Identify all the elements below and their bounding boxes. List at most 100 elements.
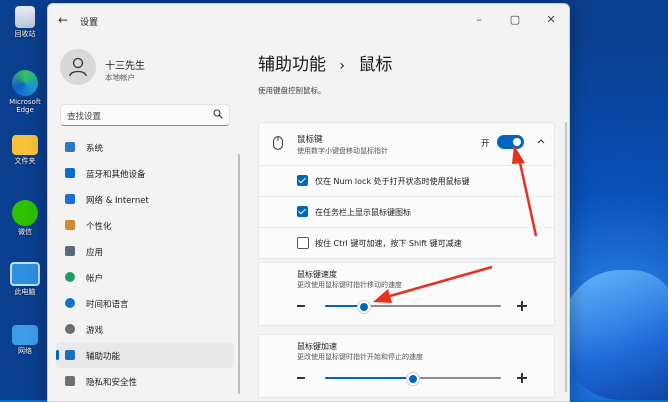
desktop-icon-label: 回收站	[14, 30, 36, 38]
sidebar-scrollbar[interactable]	[238, 154, 240, 394]
desktop-icon-folder[interactable]: 文件夹	[4, 135, 46, 165]
desktop-icon-label: Microsoft Edge	[9, 98, 41, 114]
search-input[interactable]: 查找设置	[60, 104, 230, 126]
slider-fill	[325, 377, 413, 379]
globe-icon	[65, 298, 75, 308]
option-ctrl-shift[interactable]: 按住 Ctrl 键可加速，按下 Shift 键可减速	[258, 227, 555, 259]
taskbar-icon-checkbox[interactable]	[297, 206, 308, 217]
sidebar-item-3[interactable]: 个性化	[56, 212, 234, 238]
slider-thumb[interactable]	[357, 301, 370, 313]
desktop-icon-label: 文件夹	[14, 157, 36, 165]
search-icon[interactable]	[213, 109, 223, 119]
numlock-checkbox[interactable]	[297, 175, 308, 186]
desktop-icon-computer[interactable]: 此电脑	[4, 262, 46, 296]
option-numlock[interactable]: 仅在 Num lock 处于打开状态时使用鼠标键	[258, 165, 555, 197]
mouse-icon	[273, 136, 283, 150]
sidebar-item-8[interactable]: 辅助功能	[56, 342, 234, 368]
back-arrow-icon[interactable]: ←	[58, 14, 70, 26]
slider-title: 鼠标键加速	[297, 342, 337, 351]
speed-slider[interactable]	[325, 301, 501, 313]
mouse-keys-subtitle: 使用数字小键盘移动鼠标指针	[297, 147, 388, 155]
window-controls: – ▢ ✕	[461, 4, 569, 36]
option-label: 按住 Ctrl 键可加速，按下 Shift 键可减速	[315, 239, 462, 248]
breadcrumb-current: 鼠标	[358, 55, 393, 75]
ctrl-shift-checkbox[interactable]	[297, 237, 309, 249]
wifi-icon	[65, 194, 75, 204]
app-title: 设置	[80, 18, 99, 28]
desktop-icon-recycle-bin[interactable]: 回收站	[4, 6, 46, 38]
slider-subtitle: 更改使用鼠标键时指针移动的速度	[297, 281, 402, 289]
folder-icon	[12, 135, 38, 155]
sidebar-item-2[interactable]: 网络 & Internet	[56, 186, 234, 212]
breadcrumb-parent[interactable]: 辅助功能	[258, 55, 326, 75]
chevron-up-icon[interactable]	[536, 136, 546, 146]
speed-slider-card: 鼠标键速度 更改使用鼠标键时指针移动的速度	[258, 262, 555, 326]
desktop-icon-network[interactable]: 网络	[4, 325, 46, 355]
page-title: 辅助功能 › 鼠标	[258, 50, 392, 75]
sidebar-item-label: 隐私和安全性	[86, 378, 138, 388]
sidebar-item-label: 游戏	[86, 326, 104, 336]
settings-window: ← 设置 – ▢ ✕ 十三先生 本地帐户 查找设置 系统蓝牙和其他设备 网络 & …	[47, 3, 570, 402]
title-bar: ← 设置 – ▢ ✕	[48, 4, 569, 36]
wallpaper-bloom	[560, 270, 668, 400]
desktop-icon-wechat[interactable]: 微信	[4, 200, 46, 236]
sidebar-item-label: 系统	[86, 144, 104, 154]
sidebar-nav: 系统蓝牙和其他设备 网络 & Internet 个性化应用帐户时间和语言游戏辅助功能…	[56, 134, 234, 394]
plus-icon	[517, 373, 527, 383]
sidebar-item-label: 蓝牙和其他设备	[86, 170, 146, 180]
person-icon	[65, 272, 75, 282]
mouse-keys-card[interactable]: 鼠标键 使用数字小键盘移动鼠标指针 开	[258, 122, 555, 166]
plus-icon	[517, 301, 527, 311]
mouse-keys-title: 鼠标键	[297, 135, 323, 145]
sidebar-item-label: 网络 & Internet	[86, 196, 149, 206]
sidebar-item-label: 辅助功能	[86, 352, 121, 362]
sidebar-item-label: 应用	[86, 248, 104, 258]
option-label: 仅在 Num lock 处于打开状态时使用鼠标键	[315, 177, 470, 186]
monitor-icon	[65, 142, 75, 152]
search-placeholder: 查找设置	[67, 112, 102, 122]
sidebar-item-4[interactable]: 应用	[56, 238, 234, 264]
network-icon	[12, 325, 38, 345]
minus-icon	[297, 305, 305, 307]
desktop-icon-label: 网络	[18, 347, 32, 355]
sidebar-item-5[interactable]: 帐户	[56, 264, 234, 290]
option-taskbar-icon[interactable]: 在任务栏上显示鼠标键图标	[258, 196, 555, 228]
toggle-state-label: 开	[481, 139, 490, 149]
slider-subtitle: 更改使用鼠标键时指针开始和停止的速度	[297, 353, 423, 361]
acceleration-slider[interactable]	[325, 373, 501, 385]
user-name: 十三先生	[105, 61, 145, 72]
content-scrollbar[interactable]	[565, 122, 567, 392]
sidebar-item-1[interactable]: 蓝牙和其他设备	[56, 160, 234, 186]
mouse-keys-toggle[interactable]	[497, 135, 524, 149]
desktop-icon-edge[interactable]: Microsoft Edge	[4, 70, 46, 114]
wechat-icon	[12, 200, 38, 226]
sidebar-item-label: 时间和语言	[86, 300, 129, 310]
computer-icon	[10, 262, 40, 286]
sidebar-item-label: 帐户	[86, 274, 104, 284]
option-label: 在任务栏上显示鼠标键图标	[315, 208, 411, 217]
minus-icon	[297, 377, 305, 379]
sidebar-item-6[interactable]: 时间和语言	[56, 290, 234, 316]
maximize-button[interactable]: ▢	[497, 4, 533, 36]
shield-icon	[65, 376, 75, 386]
sidebar-item-9[interactable]: 隐私和安全性	[56, 368, 234, 394]
sidebar-item-7[interactable]: 游戏	[56, 316, 234, 342]
close-button[interactable]: ✕	[533, 4, 569, 36]
recycle-bin-icon	[15, 6, 35, 28]
account-type: 本地帐户	[105, 73, 135, 82]
sidebar-item-0[interactable]: 系统	[56, 134, 234, 160]
apps-icon	[65, 246, 75, 256]
slider-title: 鼠标键速度	[297, 270, 337, 279]
desktop-icon-label: 此电脑	[14, 288, 36, 296]
minimize-button[interactable]: –	[461, 4, 497, 36]
breadcrumb-separator: ›	[339, 58, 346, 74]
person-icon	[69, 57, 87, 77]
slider-thumb[interactable]	[407, 373, 419, 385]
sidebar-item-label: 个性化	[86, 222, 112, 232]
page-description: 使用键盘控制鼠标。	[258, 86, 326, 95]
brush-icon	[65, 220, 75, 230]
gamepad-icon	[65, 324, 75, 334]
edge-icon	[12, 70, 38, 96]
bluetooth-icon	[65, 168, 75, 178]
accessibility-icon	[65, 350, 75, 360]
